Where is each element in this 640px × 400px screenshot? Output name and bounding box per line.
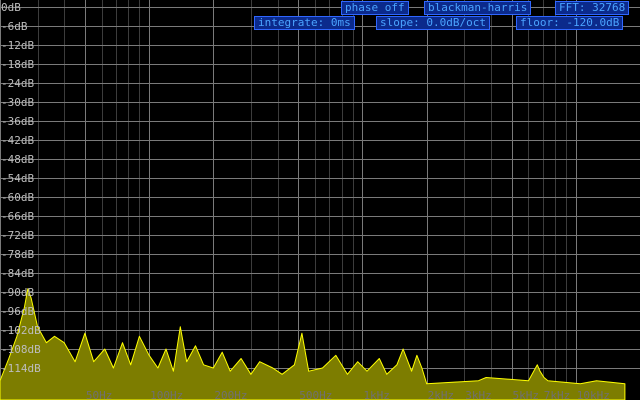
db-axis-label: -78dB: [1, 248, 34, 261]
db-axis-label: -108dB: [1, 343, 41, 356]
frequency-axis-label: 7kHz: [544, 389, 571, 400]
spectrum-trace: [0, 288, 626, 400]
db-axis-label: -6dB: [1, 20, 28, 33]
db-axis-label: -60dB: [1, 191, 34, 204]
db-axis-label: -84dB: [1, 267, 34, 280]
db-axis-label: -36dB: [1, 115, 34, 128]
frequency-axis-label: 100Hz: [150, 389, 183, 400]
frequency-axis-label: 1kHz: [363, 389, 390, 400]
db-axis-label: -54dB: [1, 172, 34, 185]
db-axis-label: 0dB: [1, 1, 21, 14]
db-axis-label: -30dB: [1, 96, 34, 109]
frequency-axis-label: 3kHz: [465, 389, 492, 400]
db-axis-label: -114dB: [1, 362, 41, 375]
frequency-axis-labels: 50Hz 100Hz 200Hz 500Hz 1kHz 2kHz 3kHz 5kHz 7kHz 1…: [86, 389, 610, 400]
db-axis-label: -24dB: [1, 77, 34, 90]
integrate-button[interactable]: integrate: 0ms: [254, 16, 355, 30]
slope-button[interactable]: slope: 0.0dB/oct: [376, 16, 490, 30]
db-axis-label: -90dB: [1, 286, 34, 299]
db-axis-label: -96dB: [1, 305, 34, 318]
frequency-axis-label: 500Hz: [299, 389, 332, 400]
frequency-axis-label: 5kHz: [513, 389, 540, 400]
db-axis-label: -12dB: [1, 39, 34, 52]
window-function-button[interactable]: blackman-harris: [424, 1, 532, 15]
db-axis-label: -42dB: [1, 134, 34, 147]
spectrum-curve: [0, 288, 626, 400]
db-axis-label: -48dB: [1, 153, 34, 166]
frequency-axis-label: 200Hz: [214, 389, 247, 400]
phase-toggle-button[interactable]: phase off: [341, 1, 409, 15]
frequency-axis-label: 2kHz: [428, 389, 455, 400]
db-axis-label: -18dB: [1, 58, 34, 71]
spectrum-analyzer[interactable]: 0dB -6dB -12dB -18dB -24dB -30dB -36dB -42dB -48…: [0, 0, 640, 400]
db-axis-label: -102dB: [1, 324, 41, 337]
floor-button[interactable]: floor: -120.0dB: [516, 16, 624, 30]
spectrum-plot[interactable]: 0dB -6dB -12dB -18dB -24dB -30dB -36dB -42dB -48…: [0, 0, 640, 400]
db-axis-label: -66dB: [1, 210, 34, 223]
frequency-axis-label: 50Hz: [86, 389, 113, 400]
db-axis-label: -72dB: [1, 229, 34, 242]
fft-size-button[interactable]: FFT: 32768: [555, 1, 630, 15]
frequency-axis-label: 10kHz: [577, 389, 610, 400]
